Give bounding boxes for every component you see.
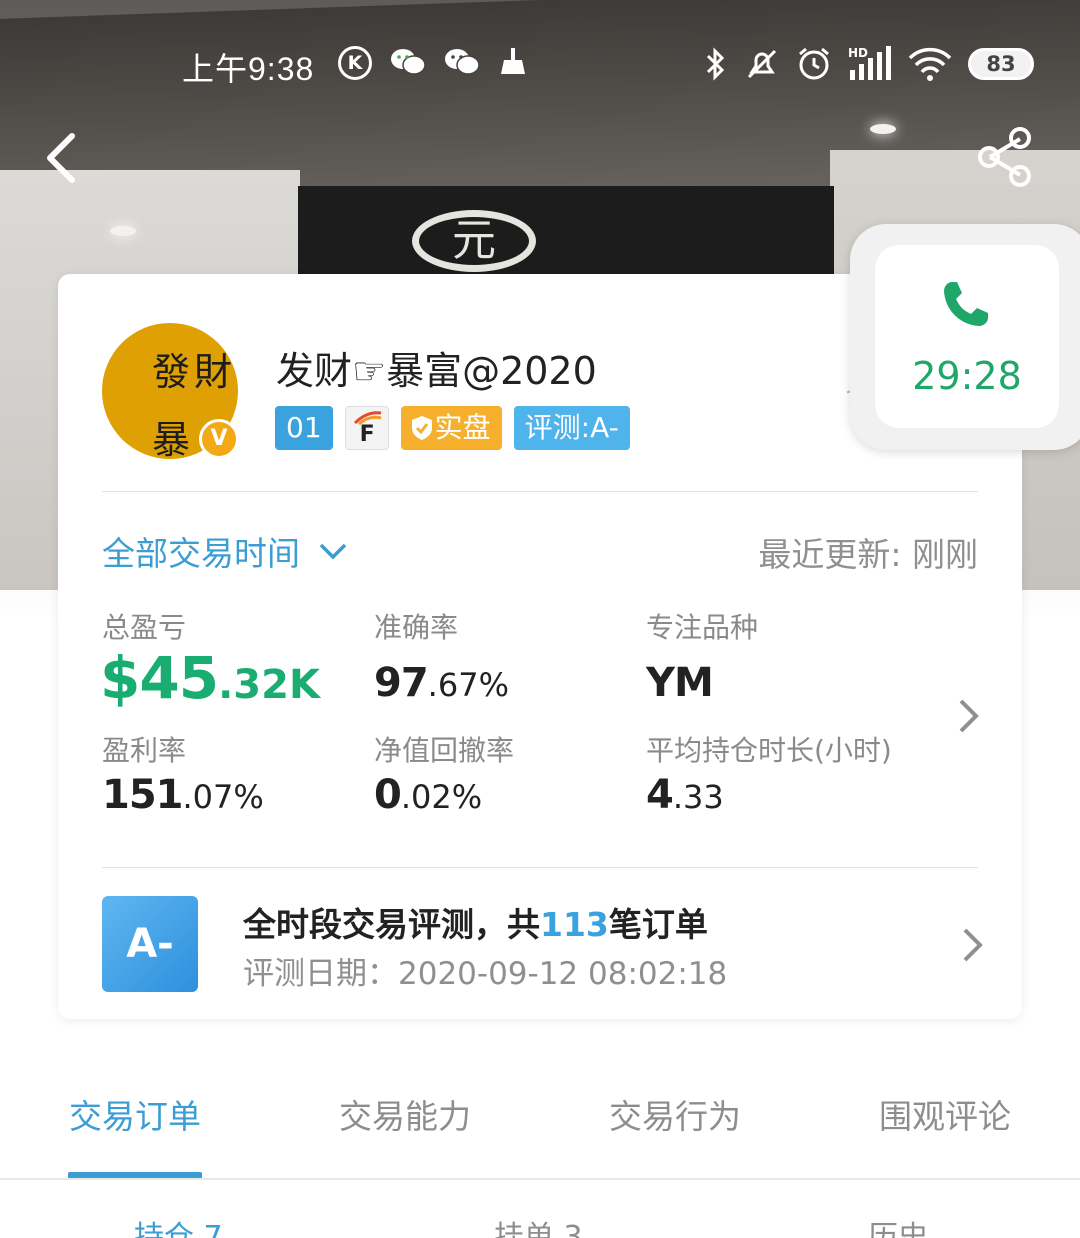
focus-symbol: YM	[646, 660, 714, 706]
rank-badge: 01	[275, 406, 333, 450]
call-widget-inner[interactable]	[875, 245, 1059, 428]
subtab-positions[interactable]: 持仓 7	[134, 1212, 223, 1238]
avg-hold-main: 4	[646, 772, 674, 818]
ceiling-lamp	[870, 124, 896, 134]
notification-icons: K	[338, 46, 528, 80]
chevron-right-icon	[963, 928, 983, 962]
share-icon[interactable]	[976, 126, 1034, 188]
total-pnl-main: $45	[100, 644, 219, 712]
avg-hold-decimal: .33	[672, 778, 724, 816]
evaluation-title-prefix: 全时段交易评测，共	[243, 905, 540, 944]
stats-detail-chevron-icon[interactable]	[956, 697, 982, 735]
username: 发财☞暴富@2020	[276, 349, 597, 393]
total-pnl-label: 总盈亏	[102, 611, 187, 644]
evaluation-title-suffix: 笔订单	[608, 905, 708, 944]
battery-icon: 83	[968, 48, 1034, 80]
evaluation-title: 全时段交易评测，共113笔订单	[243, 898, 708, 946]
wechat-icon	[445, 49, 480, 75]
evaluation-date: 评测日期：2020-09-12 08:02:18	[243, 956, 728, 992]
tab-trade-orders[interactable]: 交易订单	[69, 1090, 201, 1138]
real-account-label: 实盘	[434, 411, 491, 444]
avatar-text: 暴	[152, 418, 191, 459]
divider	[0, 1178, 1080, 1180]
focus-value: YM	[646, 660, 714, 706]
badge-row: 01 F 实盘 评测:A-	[275, 406, 630, 450]
period-label: 全部交易时间	[102, 534, 300, 573]
mute-icon	[747, 49, 777, 79]
total-pnl-value: $45.32K	[100, 644, 320, 712]
accuracy-value: 97.67%	[374, 660, 509, 706]
bluetooth-icon	[706, 47, 725, 81]
broker-badge-label: F	[359, 422, 375, 447]
avatar-text: 發財	[152, 350, 237, 394]
profit-rate-label: 盈利率	[102, 734, 187, 767]
divider	[102, 491, 978, 492]
status-time: 上午9:38	[182, 51, 315, 87]
accuracy-main: 97	[374, 660, 429, 706]
tab-trade-ability[interactable]: 交易能力	[339, 1090, 471, 1138]
evaluation-order-count: 113	[540, 905, 609, 944]
evaluation-badge: 评测:A-	[513, 406, 630, 450]
accuracy-decimal: .67%	[427, 666, 509, 704]
subtab-pending-orders[interactable]: 挂单 3	[494, 1212, 583, 1238]
evaluation-row[interactable]: A- 全时段交易评测，共113笔订单 评测日期：2020-09-12 08:02…	[58, 868, 1022, 1018]
verified-badge: V	[199, 419, 239, 459]
total-pnl-decimal: .32K	[218, 662, 320, 708]
tab-bar: 交易订单 交易能力 交易行为 围观评论	[0, 1090, 1080, 1180]
tab-trade-behavior[interactable]: 交易行为	[609, 1090, 741, 1138]
ceiling-lamp	[110, 226, 136, 236]
shield-check-icon	[411, 416, 432, 440]
focus-label: 专注品种	[646, 611, 759, 644]
period-selector[interactable]: 全部交易时间	[102, 527, 348, 575]
system-icons: HD 83	[704, 46, 1034, 82]
real-account-badge: 实盘	[400, 406, 502, 450]
profit-rate-main: 151	[102, 772, 183, 818]
drawdown-main: 0	[374, 772, 402, 818]
drawdown-label: 净值回撤率	[374, 734, 515, 767]
broom-icon	[501, 48, 525, 74]
wifi-icon	[908, 47, 952, 81]
grade-badge: A-	[102, 896, 198, 992]
call-duration: 29:28	[912, 354, 1022, 398]
alarm-icon	[799, 47, 829, 80]
signal-icon: HD	[848, 46, 891, 80]
status-bar: 上午9:38 K HD 83	[0, 40, 1080, 94]
phone-icon	[944, 282, 988, 326]
profit-rate-value: 151.07%	[102, 772, 264, 818]
last-updated: 最近更新: 刚刚	[758, 535, 978, 574]
drawdown-decimal: .02%	[400, 778, 483, 816]
accuracy-label: 准确率	[374, 611, 459, 644]
tab-comments[interactable]: 围观评论	[879, 1090, 1011, 1138]
wechat-icon	[391, 49, 426, 75]
signal-hd-label: HD	[848, 46, 868, 60]
avg-hold-label: 平均持仓时长(小时)	[646, 734, 892, 767]
sign-logo: 元	[412, 210, 536, 272]
chevron-down-icon	[319, 543, 347, 560]
avg-hold-value: 4.33	[646, 772, 724, 818]
broker-badge: F	[344, 406, 389, 450]
back-button[interactable]	[40, 130, 90, 186]
drawdown-value: 0.02%	[374, 772, 482, 818]
subtab-history[interactable]: 历史	[868, 1212, 928, 1238]
profit-rate-decimal: .07%	[182, 778, 264, 816]
sign-panel	[298, 186, 834, 276]
k-icon: K	[338, 46, 372, 80]
